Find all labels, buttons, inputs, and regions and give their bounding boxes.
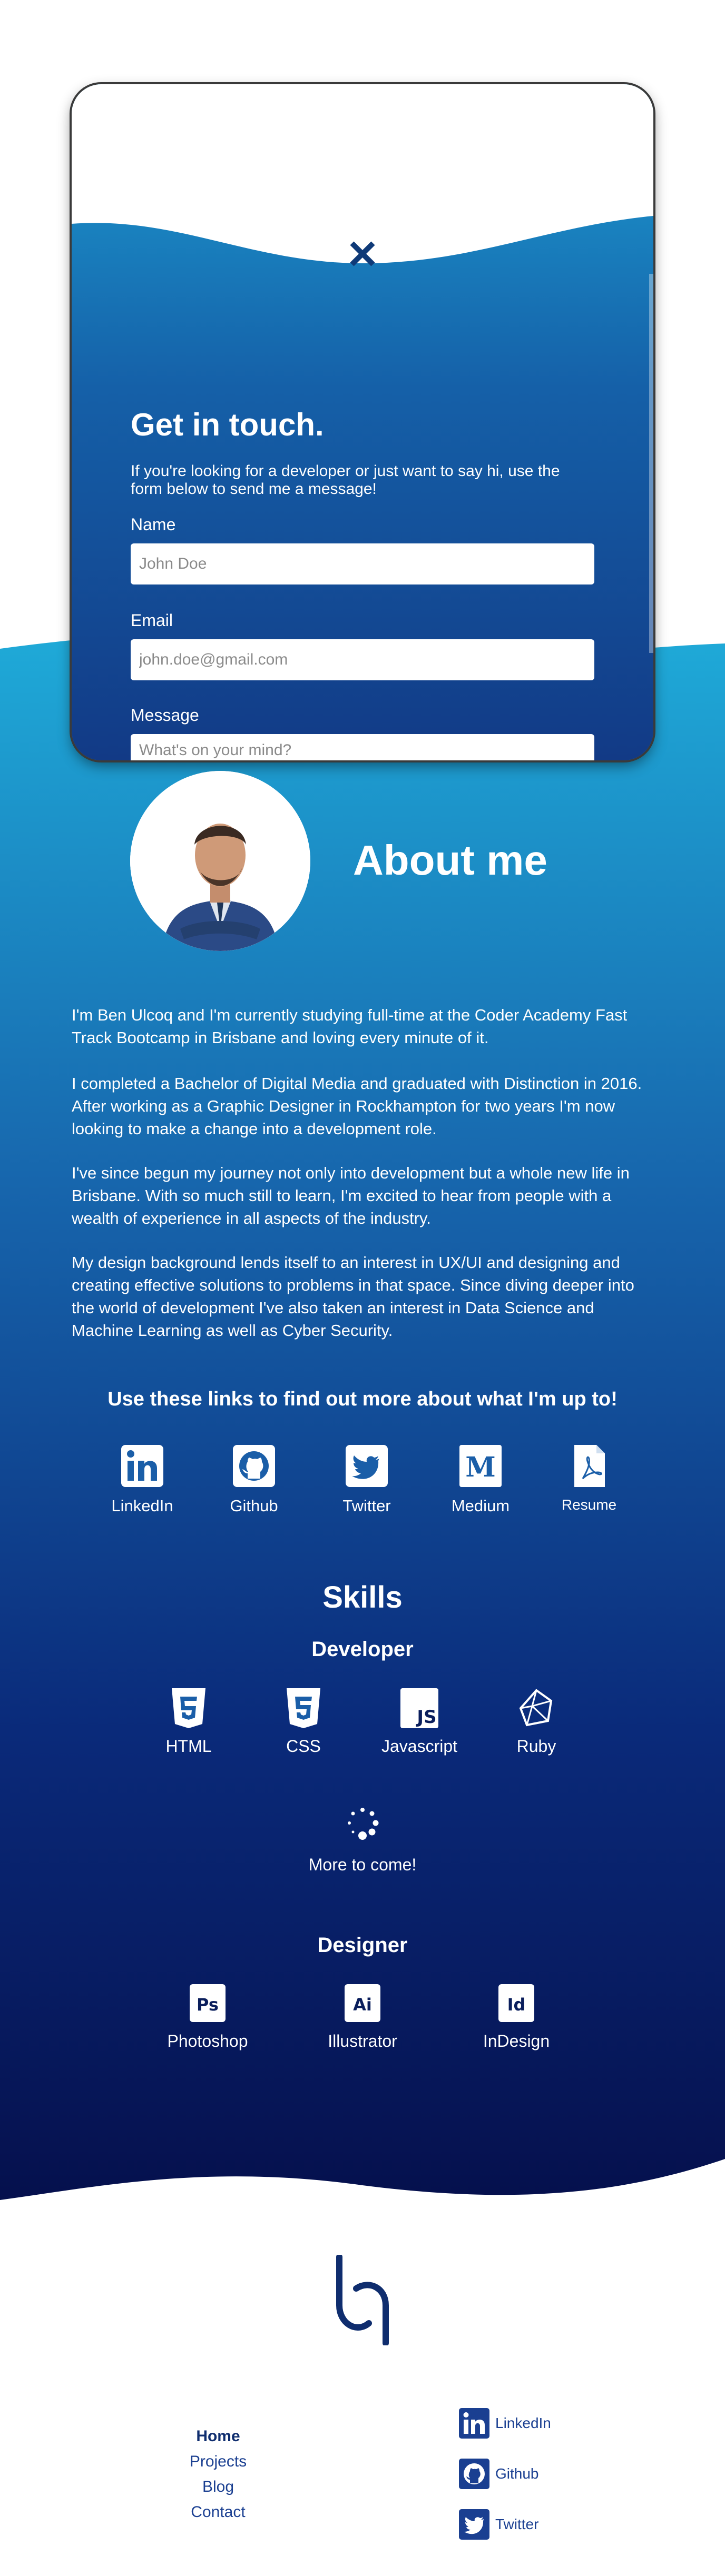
resume-link[interactable]: Resume [542,1444,636,1513]
developer-title: Developer [311,1638,414,1661]
skill-html-label: HTML [165,1737,212,1756]
resume-label: Resume [561,1497,617,1513]
html5-icon [172,1688,205,1728]
more-to-come: More to come! [0,1803,725,1875]
modal-scrollbar[interactable] [649,274,653,653]
message-label: Message [131,706,199,725]
about-paragraph-1: I'm Ben Ulcoq and I'm currently studying… [72,1006,628,1047]
contact-subtitle: If you're looking for a developer or jus… [131,462,560,498]
skill-indesign-label: InDesign [483,2032,550,2050]
ps-badge-text: Ps [197,1995,219,2015]
contact-title: Get in touch. [131,407,324,442]
twitter-icon [346,1445,388,1487]
footer-twitter-link[interactable]: Twitter [458,2509,538,2540]
skill-indesign: Id InDesign [469,1982,564,2051]
footer-nav-contact[interactable]: Contact [156,2503,280,2521]
footer-nav-home[interactable]: Home [156,2428,280,2445]
skill-illustrator-label: Illustrator [328,2032,397,2050]
twitter-link[interactable]: Twitter [319,1444,414,1515]
ai-badge-text: Ai [353,1995,372,2015]
name-label: Name [131,515,176,534]
svg-text:M: M [465,1451,496,1483]
medium-link[interactable]: M Medium [433,1444,528,1515]
footer-nav-blog[interactable]: Blog [156,2478,280,2496]
medium-label: Medium [451,1497,510,1515]
bq-logo-icon[interactable] [335,2255,390,2345]
linkedin-icon [121,1445,163,1487]
pdf-icon [574,1445,605,1487]
skill-ruby-label: Ruby [516,1737,556,1756]
skill-photoshop-label: Photoshop [167,2032,248,2050]
designer-title: Designer [317,1934,408,1957]
github-link[interactable]: Github [207,1444,301,1515]
about-paragraph-2: I completed a Bachelor of Digital Media … [72,1074,642,1138]
skill-ruby: Ruby [489,1687,584,1756]
footer-twitter-label: Twitter [495,2516,539,2532]
js-icon: JS [400,1688,438,1728]
skill-javascript: JS Javascript [372,1687,467,1756]
about-title: About me [353,837,547,884]
skills-title: Skills [322,1580,403,1614]
ruby-icon [519,1689,553,1727]
linkedin-link[interactable]: LinkedIn [95,1444,190,1515]
indesign-icon: Id [498,1984,534,2022]
close-icon[interactable] [346,237,379,271]
name-input[interactable] [131,543,594,584]
spinner-icon [348,1808,379,1840]
skill-html: HTML [141,1687,236,1756]
css3-icon [287,1688,320,1728]
email-input[interactable] [131,639,594,680]
links-title: Use these links to find out more about w… [107,1388,618,1410]
skill-css: CSS [256,1687,351,1756]
footer-nav-projects[interactable]: Projects [156,2453,280,2471]
footer-github-link[interactable]: Github [458,2458,539,2490]
footer-linkedin-label: LinkedIn [495,2415,551,2431]
illustrator-icon: Ai [345,1984,380,2022]
id-badge-text: Id [507,1995,526,2015]
skill-photoshop: Ps Photoshop [160,1982,255,2051]
avatar [130,771,310,951]
skill-javascript-label: Javascript [381,1737,458,1756]
medium-icon: M [459,1445,502,1487]
modal-wave-header [72,84,653,263]
contact-modal: Get in touch. If you're looking for a de… [72,84,653,760]
footer-linkedin-link[interactable]: LinkedIn [458,2407,551,2439]
linkedin-icon [459,2408,489,2439]
message-textarea[interactable] [131,734,594,760]
twitter-label: Twitter [342,1497,391,1515]
more-to-come-label: More to come! [308,1855,417,1874]
about-paragraph-4: My design background lends itself to an … [72,1253,634,1340]
about-paragraph-3: I've since begun my journey not only int… [72,1164,630,1227]
email-label: Email [131,611,173,630]
photoshop-icon: Ps [190,1984,226,2022]
github-label: Github [230,1497,278,1515]
skill-illustrator: Ai Illustrator [315,1982,410,2051]
github-icon [233,1445,275,1487]
js-badge-text: JS [416,1707,436,1728]
twitter-icon [459,2509,489,2540]
skill-css-label: CSS [286,1737,321,1756]
github-icon [459,2459,489,2489]
linkedin-label: LinkedIn [111,1497,173,1515]
footer-github-label: Github [495,2465,539,2482]
